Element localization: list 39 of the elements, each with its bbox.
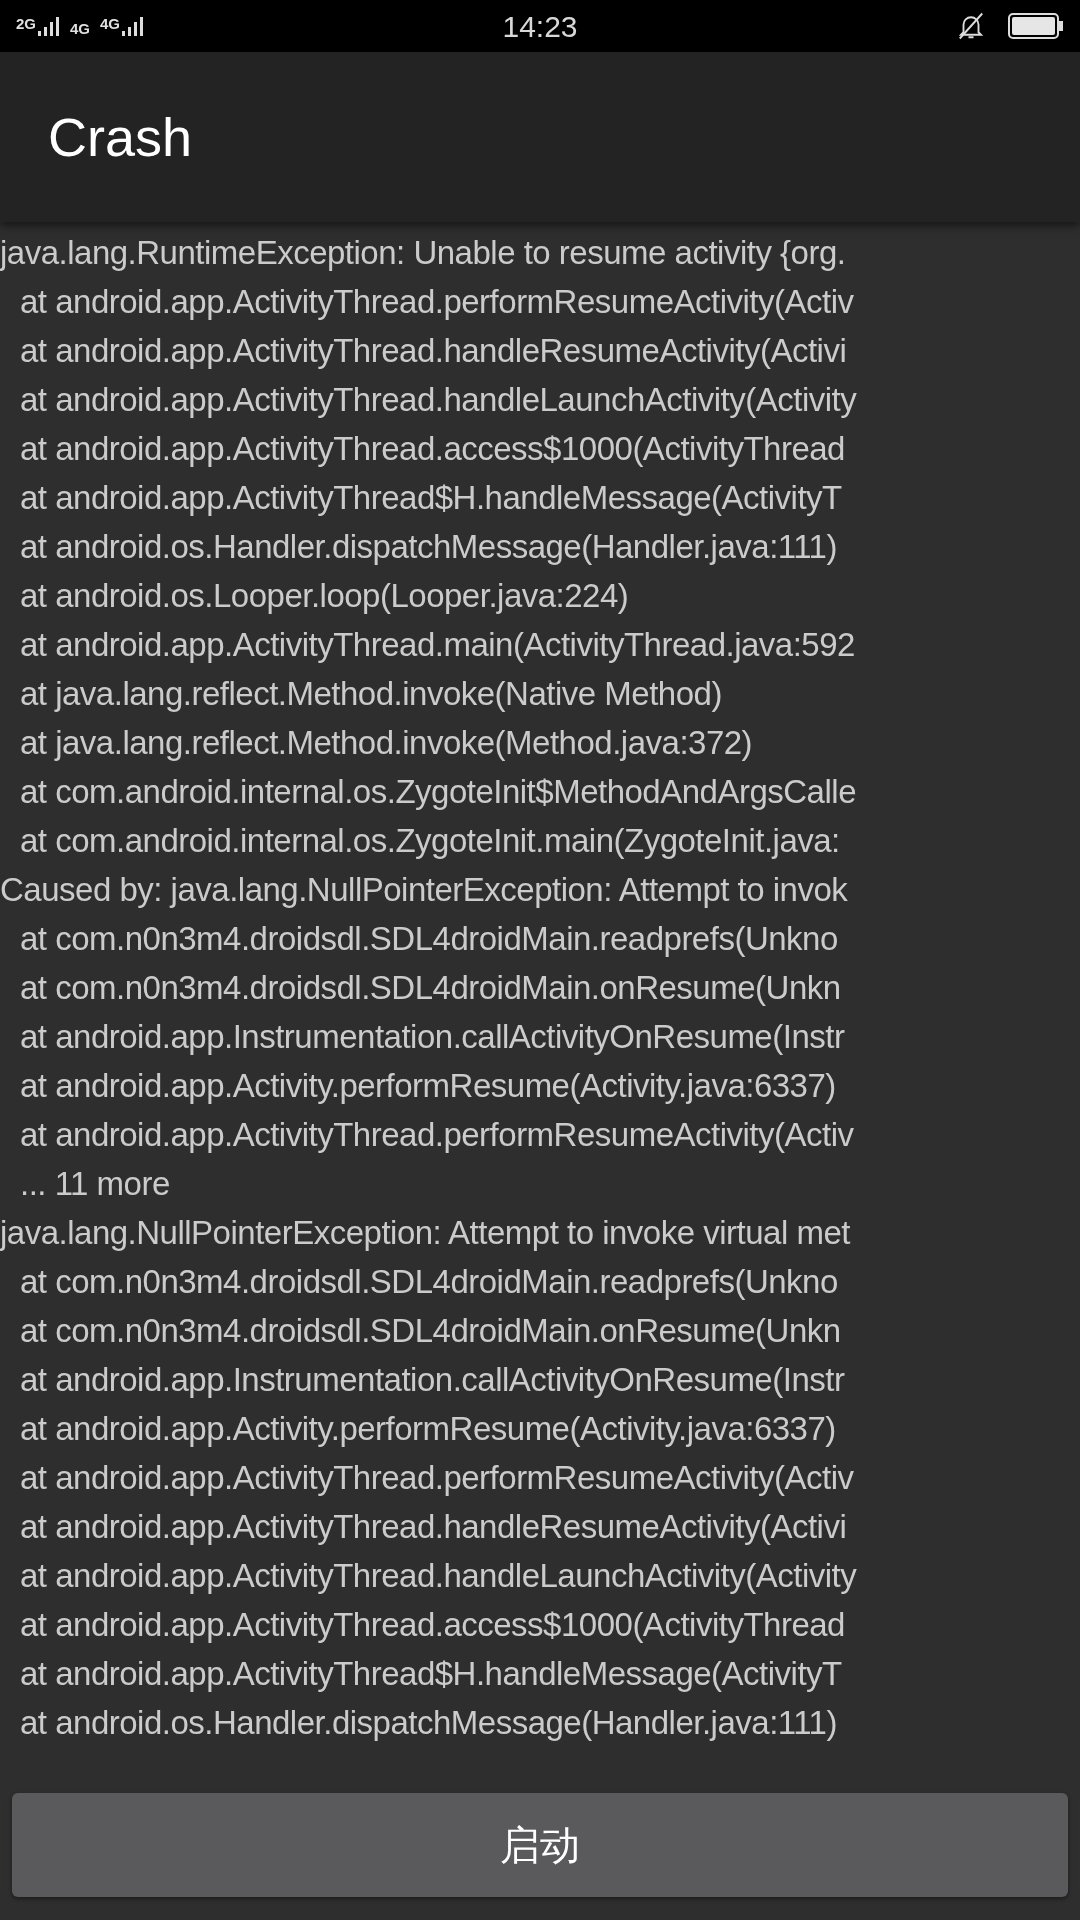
- log-line: at com.n0n3m4.droidsdl.SDL4droidMain.readprefs(Unkno: [20, 1261, 838, 1302]
- app-title: Crash: [48, 105, 193, 169]
- log-line: at android.app.Instrumentation.callActivityOnResume(Instr: [20, 1359, 845, 1400]
- bell-off-icon: [956, 11, 986, 41]
- log-line: at android.app.ActivityThread.performResumeActivity(Activ: [20, 1457, 854, 1498]
- log-line: at android.app.ActivityThread.performResumeActivity(Activ: [20, 1114, 854, 1155]
- start-button[interactable]: 启动: [12, 1793, 1068, 1897]
- log-line: at android.os.Looper.loop(Looper.java:224): [20, 575, 629, 616]
- log-line: at java.lang.reflect.Method.invoke(Method.java:372): [20, 722, 753, 763]
- log-line: at android.os.Handler.dispatchMessage(Handler.java:111): [20, 526, 837, 567]
- log-line: at android.os.Handler.dispatchMessage(Handler.java:111): [20, 1702, 837, 1743]
- log-line: at com.n0n3m4.droidsdl.SDL4droidMain.onResume(Unkn: [20, 967, 841, 1008]
- clock: 14:23: [502, 8, 578, 45]
- network-label: 4G: [100, 16, 121, 31]
- log-line: at android.app.ActivityThread$H.handleMessage(ActivityT: [20, 477, 842, 518]
- log-line: at com.android.internal.os.ZygoteInit.main(ZygoteInit.java:: [20, 820, 840, 861]
- network-label: 4G: [70, 21, 91, 36]
- log-line: at com.n0n3m4.droidsdl.SDL4droidMain.readprefs(Unkno: [20, 918, 838, 959]
- network-label: 2G: [16, 16, 36, 31]
- signal-icon: [122, 16, 145, 36]
- log-line: at android.app.Activity.performResume(Activity.java:6337): [20, 1065, 836, 1106]
- log-line: at android.app.ActivityThread.performResumeActivity(Activ: [20, 281, 854, 322]
- log-line: at android.app.ActivityThread.access$1000(ActivityThread: [20, 428, 845, 469]
- log-line: at android.app.Instrumentation.callActivityOnResume(Instr: [20, 1016, 845, 1057]
- log-line: at com.n0n3m4.droidsdl.SDL4droidMain.onResume(Unkn: [20, 1310, 841, 1351]
- signal-icon: [38, 16, 60, 36]
- log-line: at android.app.ActivityThread.handleLaunchActivity(Activity: [20, 1555, 857, 1596]
- log-line: at android.app.ActivityThread.access$1000(ActivityThread: [20, 1604, 845, 1645]
- log-line: Caused by: java.lang.NullPointerException: Attempt to invok: [0, 869, 848, 910]
- log-line: at android.app.ActivityThread.handleResumeActivity(Activi: [20, 1506, 847, 1547]
- log-line: at android.app.ActivityThread.handleLaunchActivity(Activity: [20, 379, 857, 420]
- log-line: at android.app.Activity.performResume(Activity.java:6337): [20, 1408, 836, 1449]
- log-line: at android.app.ActivityThread$H.handleMessage(ActivityT: [20, 1653, 842, 1694]
- log-line: ... 11 more: [20, 1163, 170, 1204]
- log-line: at java.lang.reflect.Method.invoke(Native Method): [20, 673, 722, 714]
- log-line: at com.android.internal.os.ZygoteInit$MethodAndArgsCalle: [20, 771, 856, 812]
- log-line: at android.app.ActivityThread.main(ActivityThread.java:592: [20, 624, 855, 665]
- log-line: at android.app.ActivityThread.handleResumeActivity(Activi: [20, 330, 847, 371]
- battery-icon: [1008, 13, 1064, 39]
